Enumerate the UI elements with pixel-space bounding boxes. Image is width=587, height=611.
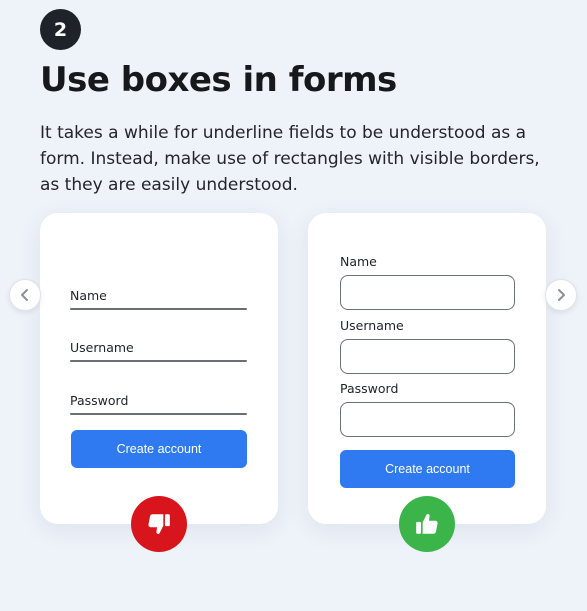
field-label: Name [340, 254, 377, 269]
step-number: 2 [53, 18, 68, 41]
username-underline-field[interactable]: Username [70, 340, 247, 362]
password-underline-field[interactable]: Password [70, 393, 247, 415]
underline-form-card: Name Username Password Create account [40, 213, 278, 524]
field-label: Password [340, 381, 399, 396]
input-box[interactable] [340, 339, 515, 374]
field-label: Username [70, 340, 134, 355]
underline [70, 413, 247, 415]
page-title: Use boxes in forms [40, 60, 397, 100]
boxed-form-card: Name Username Password Create account [308, 213, 546, 524]
thumbs-down-icon [148, 514, 170, 534]
username-boxed-field[interactable]: Username [340, 318, 515, 374]
field-label: Username [340, 318, 404, 333]
password-boxed-field[interactable]: Password [340, 381, 515, 437]
chevron-left-icon [21, 289, 28, 301]
next-slide-button[interactable] [545, 279, 577, 311]
previous-slide-button[interactable] [9, 279, 41, 311]
step-number-badge: 2 [40, 9, 81, 50]
field-label: Password [70, 393, 129, 408]
underline [70, 308, 247, 310]
create-account-button[interactable]: Create account [71, 430, 247, 468]
thumbs-up-badge [399, 496, 455, 552]
description-text: It takes a while for underline fields to… [40, 123, 540, 195]
create-account-button[interactable]: Create account [340, 450, 515, 488]
input-box[interactable] [340, 402, 515, 437]
field-label: Name [70, 288, 107, 303]
thumbs-down-badge [131, 496, 187, 552]
name-boxed-field[interactable]: Name [340, 254, 515, 310]
underline [70, 360, 247, 362]
thumbs-up-icon [416, 514, 438, 534]
name-underline-field[interactable]: Name [70, 288, 247, 310]
input-box[interactable] [340, 275, 515, 310]
chevron-right-icon [558, 289, 565, 301]
